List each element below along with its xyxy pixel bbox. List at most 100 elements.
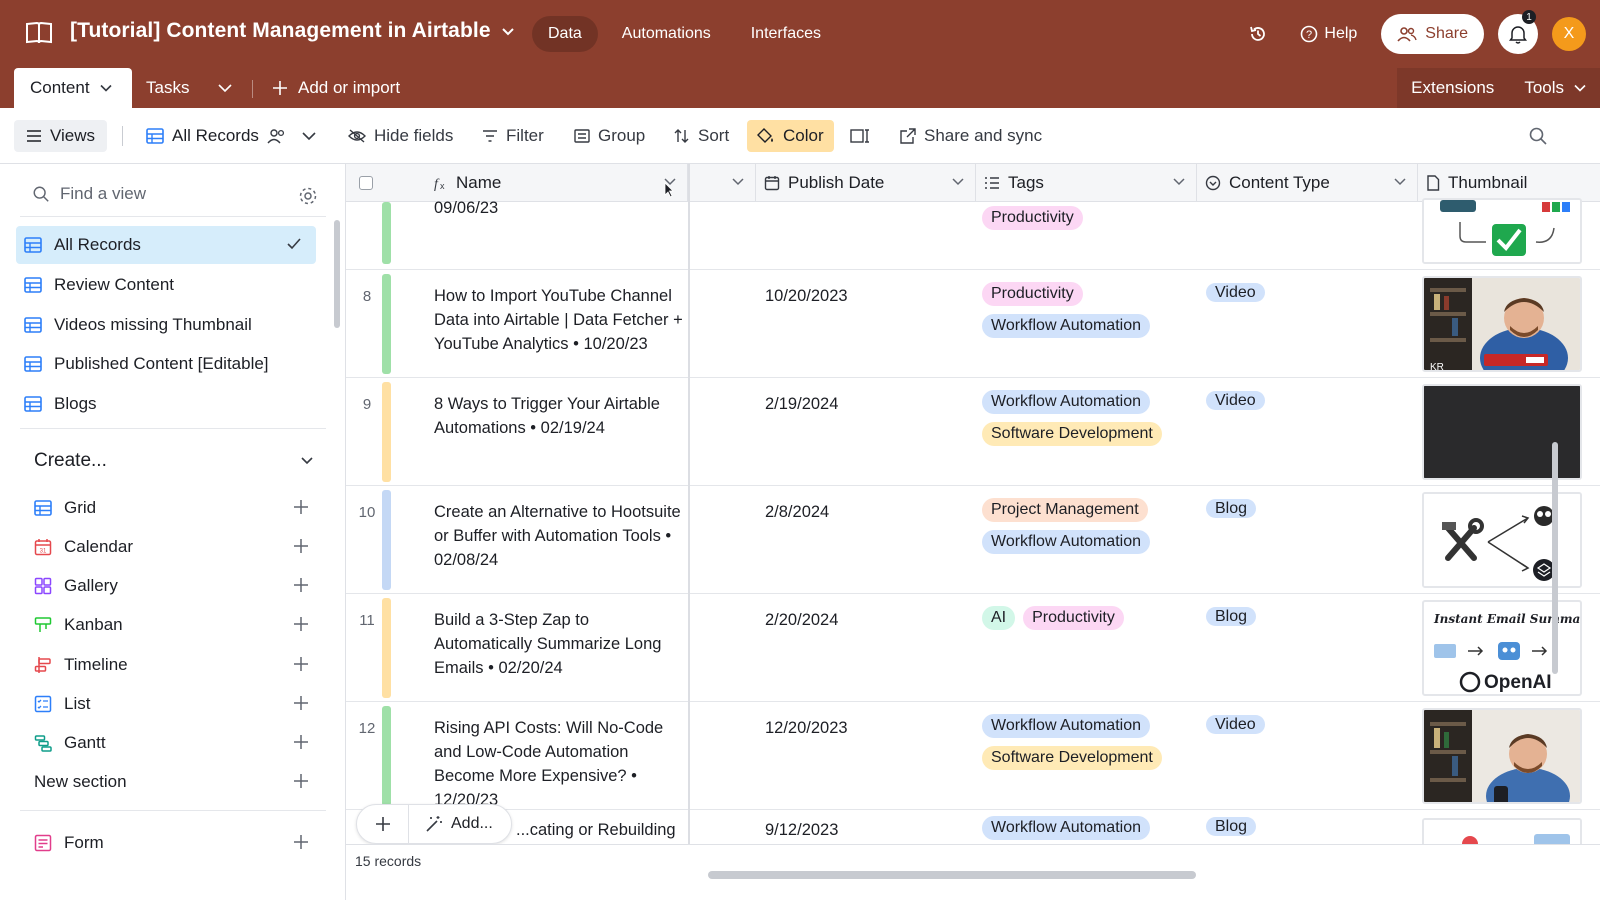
column-header-publish-date[interactable]: Publish Date: [756, 164, 976, 202]
table-row[interactable]: 11 Build a 3-Step Zap to Automatically S…: [346, 594, 1600, 702]
table-row[interactable]: 09/06/23 Productivity: [346, 198, 1600, 270]
create-label: Form: [64, 833, 104, 852]
table-row[interactable]: 8 How to Import YouTube Channel Data int…: [346, 270, 1600, 378]
column-header-content-type[interactable]: Content Type: [1197, 164, 1418, 202]
tools-button[interactable]: Tools: [1524, 78, 1586, 98]
timeline-icon: [34, 657, 51, 673]
share-button[interactable]: Share: [1381, 14, 1484, 54]
cell-publish-date[interactable]: 9/12/2023: [765, 818, 838, 842]
cell-thumbnail[interactable]: [1422, 708, 1582, 804]
cell-content-type[interactable]: Blog: [1206, 816, 1257, 838]
filter-button[interactable]: Filter: [482, 120, 544, 152]
cell-tags[interactable]: Workflow Automation: [982, 816, 1192, 840]
sidebar-scrollbar[interactable]: [334, 220, 340, 328]
gear-icon[interactable]: [298, 186, 318, 206]
tab-automations[interactable]: Automations: [606, 16, 727, 52]
vertical-scrollbar[interactable]: [1552, 442, 1558, 674]
frozen-column-divider[interactable]: [688, 164, 690, 900]
create-kanban[interactable]: Kanban: [34, 609, 314, 641]
cell-publish-date[interactable]: 2/8/2024: [765, 500, 829, 524]
tab-interfaces[interactable]: Interfaces: [735, 16, 837, 52]
cell-thumbnail[interactable]: [1422, 198, 1582, 264]
cell-publish-date[interactable]: 2/20/2024: [765, 608, 838, 632]
table-row[interactable]: 9 8 Ways to Trigger Your Airtable Automa…: [346, 378, 1600, 486]
checkbox[interactable]: [359, 176, 373, 190]
create-grid[interactable]: Grid: [34, 492, 314, 524]
tables-menu-button[interactable]: [218, 78, 232, 103]
table-row[interactable]: 12 Rising API Costs: Will No-Code and Lo…: [346, 702, 1600, 810]
cell-name[interactable]: 8 Ways to Trigger Your Airtable Automati…: [434, 392, 684, 440]
create-form[interactable]: Form: [34, 827, 314, 859]
cell-tags[interactable]: Workflow Automation Software Development: [982, 714, 1192, 770]
cell-tags[interactable]: AI Productivity: [982, 606, 1192, 630]
search-button[interactable]: [1528, 120, 1548, 152]
cell-name[interactable]: ...cating or Rebuilding: [516, 818, 766, 842]
cell-thumbnail[interactable]: [1422, 384, 1582, 480]
sidebar-view-all-records[interactable]: All Records: [16, 226, 316, 264]
help-button[interactable]: ? Help: [1290, 25, 1367, 43]
cell-content-type[interactable]: Video: [1206, 390, 1265, 412]
find-view-input[interactable]: Find a view: [20, 176, 326, 212]
cell-name[interactable]: Rising API Costs: Will No-Code and Low-C…: [434, 716, 684, 812]
table-tab-tasks[interactable]: Tasks: [146, 78, 189, 98]
cell-name[interactable]: 09/06/23: [434, 196, 684, 220]
table-tab-content[interactable]: Content: [14, 68, 132, 108]
book-icon[interactable]: [24, 18, 54, 48]
create-gantt[interactable]: Gantt: [34, 727, 314, 759]
color-button[interactable]: Color: [747, 120, 834, 152]
sidebar-view-published-content[interactable]: Published Content [Editable]: [16, 345, 316, 383]
content-type-pill: Video: [1206, 391, 1265, 410]
cell-content-type[interactable]: Blog: [1206, 606, 1257, 628]
create-calendar[interactable]: 31 Calendar: [34, 531, 314, 563]
cell-thumbnail[interactable]: Instant Email Summari OpenAI: [1422, 600, 1582, 696]
cell-name[interactable]: Create an Alternative to Hootsuite or Bu…: [434, 500, 684, 572]
cell-publish-date[interactable]: 12/20/2023: [765, 716, 848, 740]
sidebar-view-blogs[interactable]: Blogs: [16, 385, 316, 423]
column-header-thumbnail[interactable]: Thumbnail: [1418, 164, 1600, 202]
cell-tags[interactable]: Workflow Automation Software Development: [982, 390, 1192, 446]
cell-tags[interactable]: Productivity: [982, 206, 1192, 230]
add-with-ai-button[interactable]: Add...: [409, 815, 493, 833]
column-header-hidden[interactable]: [690, 164, 756, 202]
cell-content-type[interactable]: Blog: [1206, 498, 1257, 520]
sidebar-view-review-content[interactable]: Review Content: [16, 266, 316, 304]
cell-publish-date[interactable]: 10/20/2023: [765, 284, 848, 308]
create-new-section[interactable]: New section: [34, 766, 314, 798]
avatar[interactable]: X: [1552, 17, 1586, 51]
history-button[interactable]: [1240, 16, 1276, 52]
create-list[interactable]: List: [34, 688, 314, 720]
tab-data[interactable]: Data: [532, 16, 598, 52]
current-view-button[interactable]: All Records: [146, 120, 317, 152]
select-all-checkbox[interactable]: [346, 164, 424, 202]
add-record-button[interactable]: [357, 804, 409, 844]
cell-thumbnail[interactable]: [1422, 492, 1582, 588]
cell-name[interactable]: Build a 3-Step Zap to Automatically Summ…: [434, 608, 684, 680]
row-number: 12: [358, 720, 376, 737]
hide-fields-button[interactable]: Hide fields: [348, 120, 453, 152]
base-title[interactable]: [Tutorial] Content Management in Airtabl…: [70, 19, 515, 43]
group-button[interactable]: Group: [574, 120, 645, 152]
add-or-import-button[interactable]: Add or import: [272, 78, 400, 98]
cell-thumbnail[interactable]: KR: [1422, 276, 1582, 372]
cell-tags[interactable]: Project Management Workflow Automation: [982, 498, 1192, 554]
row-height-button[interactable]: [850, 120, 870, 152]
sort-button[interactable]: Sort: [674, 120, 729, 152]
table-row[interactable]: 10 Create an Alternative to Hootsuite or…: [346, 486, 1600, 594]
horizontal-scrollbar[interactable]: [708, 871, 1196, 879]
notifications-button[interactable]: 1: [1498, 10, 1538, 54]
create-gallery[interactable]: Gallery: [34, 570, 314, 602]
create-timeline[interactable]: Timeline: [34, 649, 314, 681]
thumbnail-image: [1424, 200, 1580, 262]
cell-tags[interactable]: Productivity Workflow Automation: [982, 282, 1192, 338]
extensions-button[interactable]: Extensions: [1411, 78, 1494, 98]
cell-content-type[interactable]: Video: [1206, 282, 1265, 304]
cell-content-type[interactable]: Video: [1206, 714, 1265, 736]
column-header-tags[interactable]: Tags: [976, 164, 1197, 202]
cell-publish-date[interactable]: 2/19/2024: [765, 392, 838, 416]
tag-pill: Productivity: [1023, 606, 1124, 630]
share-sync-button[interactable]: Share and sync: [900, 120, 1042, 152]
views-toggle-button[interactable]: Views: [14, 120, 108, 152]
sidebar-view-videos-missing-thumbnail[interactable]: Videos missing Thumbnail: [16, 306, 316, 344]
create-section-toggle[interactable]: Create...: [34, 450, 314, 472]
cell-name[interactable]: How to Import YouTube Channel Data into …: [434, 284, 684, 356]
